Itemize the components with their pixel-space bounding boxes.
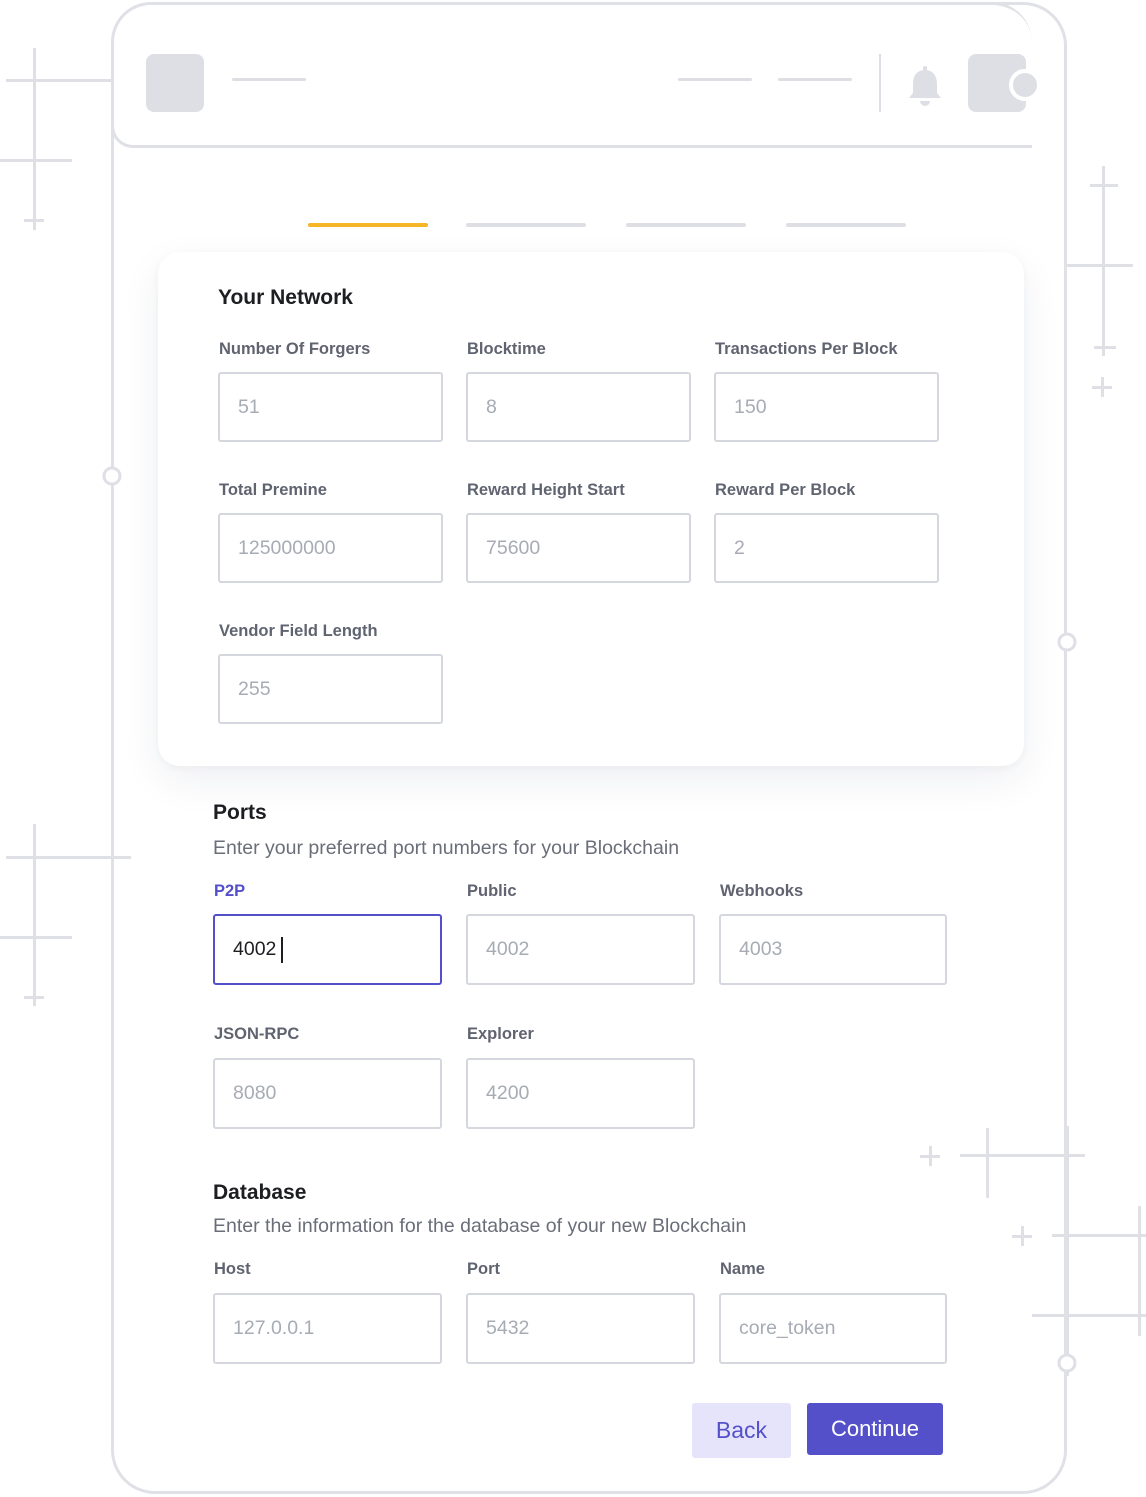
ports-description: Enter your preferred port numbers for yo…	[213, 837, 680, 859]
app-header	[111, 2, 1032, 148]
continue-button[interactable]: Continue	[807, 1403, 943, 1455]
vendor-field-length-label: Vendor Field Length	[219, 622, 378, 640]
total-premine-input[interactable]: 125000000	[218, 513, 443, 583]
p2p-input-value: 4002	[233, 938, 277, 960]
public-port-label: Public	[467, 882, 517, 900]
blocktime-input[interactable]: 8	[466, 372, 691, 442]
total-premine-label: Total Premine	[219, 481, 327, 499]
db-port-input[interactable]: 5432	[466, 1293, 695, 1364]
step-1-indicator[interactable]	[308, 223, 428, 227]
db-port-label: Port	[467, 1260, 500, 1278]
reward-per-block-input[interactable]: 2	[714, 513, 939, 583]
explorer-port-label: Explorer	[467, 1025, 534, 1043]
explorer-port-input[interactable]: 4200	[466, 1058, 695, 1129]
step-2-indicator[interactable]	[466, 223, 586, 227]
network-title: Your Network	[218, 286, 353, 309]
step-3-indicator[interactable]	[626, 223, 746, 227]
json-rpc-port-label: JSON-RPC	[214, 1025, 300, 1043]
json-rpc-port-input[interactable]: 8080	[213, 1058, 442, 1129]
nav-link-placeholder[interactable]	[678, 78, 752, 81]
nav-link-placeholder[interactable]	[778, 78, 852, 81]
reward-height-start-input[interactable]: 75600	[466, 513, 691, 583]
ports-title: Ports	[213, 801, 267, 824]
bell-icon[interactable]	[906, 64, 944, 108]
back-button[interactable]: Back	[692, 1403, 791, 1458]
header-divider	[879, 54, 881, 112]
database-title: Database	[213, 1181, 307, 1204]
webhooks-port-input[interactable]: 4003	[719, 914, 947, 985]
transactions-per-block-label: Transactions Per Block	[715, 340, 898, 358]
db-name-label: Name	[720, 1260, 765, 1278]
text-caret	[281, 936, 283, 963]
forgers-input[interactable]: 51	[218, 372, 443, 442]
public-port-input[interactable]: 4002	[466, 914, 695, 985]
webhooks-port-label: Webhooks	[720, 882, 804, 900]
reward-height-start-label: Reward Height Start	[467, 481, 625, 499]
status-indicator	[1009, 69, 1041, 101]
header-title-placeholder	[232, 78, 306, 81]
reward-per-block-label: Reward Per Block	[715, 481, 856, 499]
transactions-per-block-input[interactable]: 150	[714, 372, 939, 442]
p2p-input[interactable]: 4002	[213, 914, 442, 985]
blocktime-label: Blocktime	[467, 340, 546, 358]
db-host-label: Host	[214, 1260, 251, 1278]
logo-placeholder	[146, 54, 204, 112]
vendor-field-length-input[interactable]: 255	[218, 654, 443, 724]
db-host-input[interactable]: 127.0.0.1	[213, 1293, 442, 1364]
db-name-input[interactable]: core_token	[719, 1293, 947, 1364]
database-description: Enter the information for the database o…	[213, 1215, 747, 1237]
p2p-label: P2P	[214, 882, 246, 900]
forgers-label: Number Of Forgers	[219, 340, 371, 358]
step-4-indicator[interactable]	[786, 223, 906, 227]
